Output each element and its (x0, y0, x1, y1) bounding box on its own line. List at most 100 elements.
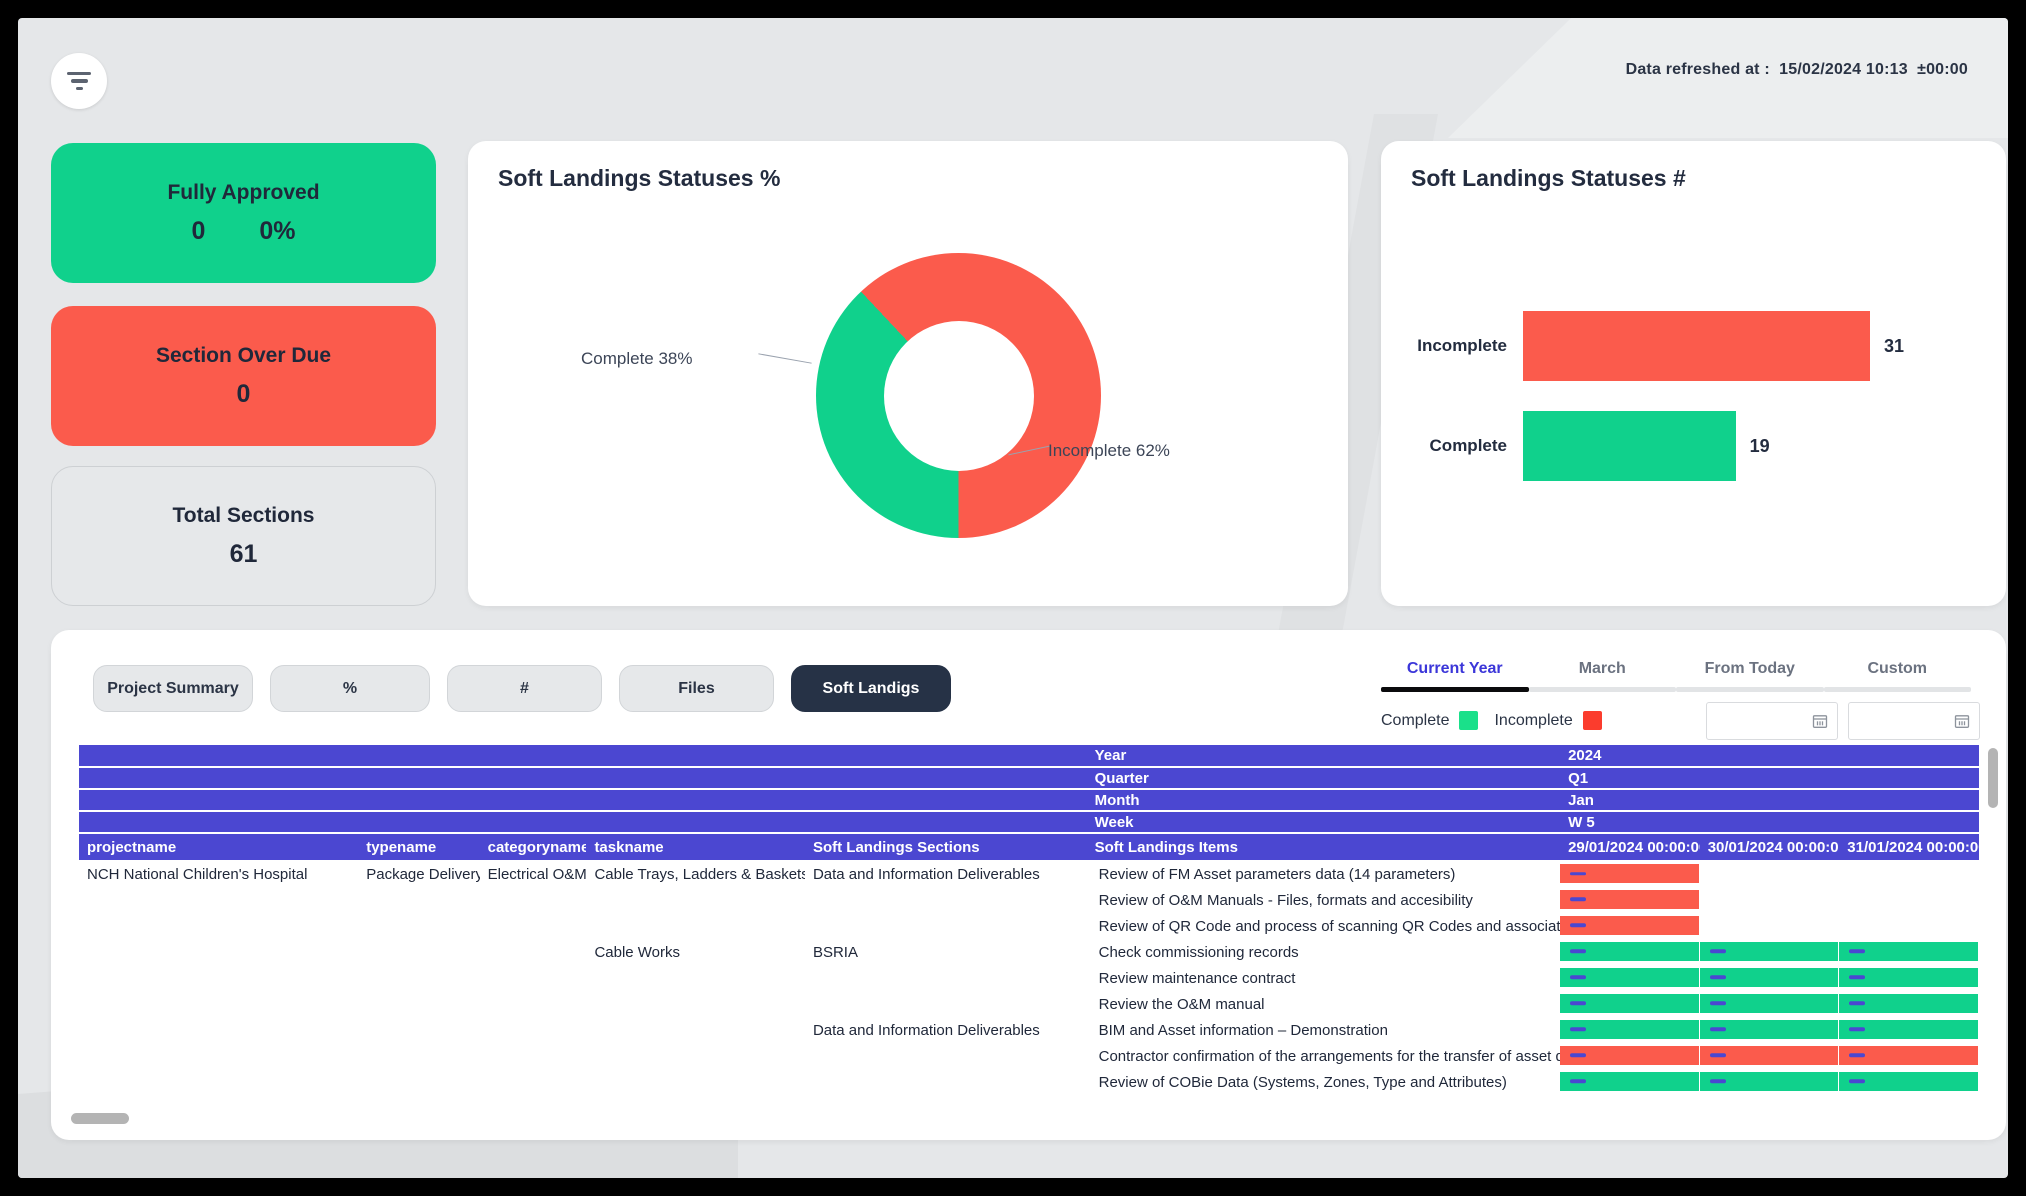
status-cell[interactable] (1839, 1017, 1979, 1043)
tab-files[interactable]: Files (619, 665, 774, 712)
legend-item-incomplete[interactable]: Incomplete (1494, 711, 1602, 730)
status-cell[interactable] (1839, 913, 1979, 939)
cell-typename (358, 1043, 479, 1069)
range-tab-current-year[interactable]: Current Year (1381, 660, 1529, 692)
status-cell[interactable] (1699, 1069, 1840, 1095)
date-column-header[interactable]: 30/01/2024 00:00:00 (1699, 833, 1840, 862)
table-row[interactable]: NCH National Children's Hospital Package … (79, 861, 1979, 887)
status-dash (1570, 1001, 1587, 1005)
dashboard-canvas: Data refreshed at : 15/02/2024 10:13 ±00… (18, 18, 2008, 1178)
column-header[interactable]: Soft Landings Items (1086, 833, 1561, 862)
status-dash (1849, 1079, 1866, 1083)
status-cell[interactable] (1699, 1043, 1840, 1069)
vertical-scrollbar[interactable] (1988, 748, 1998, 1018)
horizontal-scrollbar-thumb[interactable] (71, 1113, 129, 1124)
cell-item: Check commissioning records (1098, 943, 1299, 961)
status-cell[interactable] (1560, 965, 1700, 991)
status-cell[interactable] (1839, 1069, 1979, 1095)
column-header[interactable]: categoryname (479, 833, 587, 862)
date-column-header[interactable]: 29/01/2024 00:00:00 (1560, 833, 1700, 862)
start-date-input[interactable] (1706, 702, 1838, 740)
status-cell[interactable] (1700, 913, 1840, 939)
kpi-card-section-over-due[interactable]: Section Over Due 0 (51, 306, 436, 446)
meta-blank-cell (79, 811, 359, 834)
cell-typename (358, 1017, 479, 1043)
legend-item-complete[interactable]: Complete (1381, 711, 1479, 730)
status-cell[interactable] (1839, 991, 1979, 1017)
status-cell[interactable] (1560, 887, 1700, 913)
column-header[interactable]: projectname (79, 833, 359, 862)
status-cell[interactable] (1700, 861, 1840, 887)
cell-item: Review of FM Asset parameters data (14 p… (1098, 866, 1456, 883)
column-header[interactable]: Soft Landings Sections (804, 833, 1087, 862)
status-cell[interactable] (1839, 887, 1979, 913)
meta-blank-cell (479, 789, 587, 812)
kpi-card-total-sections[interactable]: Total Sections 61 (51, 466, 436, 606)
status-cell[interactable] (1699, 939, 1840, 965)
tab-project-summary[interactable]: Project Summary (93, 665, 253, 712)
status-cell[interactable] (1560, 861, 1700, 887)
legend-swatch-complete (1459, 711, 1479, 730)
status-dash (1709, 1079, 1726, 1083)
status-cell[interactable] (1560, 913, 1700, 939)
tab-soft-landings[interactable]: Soft Landigs (791, 665, 951, 712)
status-cell[interactable] (1699, 991, 1840, 1017)
status-cell[interactable] (1839, 965, 1979, 991)
meta-label-year: Year (1086, 745, 1561, 768)
status-cell[interactable] (1839, 939, 1979, 965)
status-dash (1570, 1027, 1587, 1031)
table-row[interactable]: Data and Information Deliverables BIM and… (79, 1017, 1979, 1043)
table-row[interactable]: Review of O&M Manuals - Files, formats a… (79, 887, 1979, 913)
cell-categoryname (480, 913, 587, 939)
status-cell[interactable] (1700, 887, 1840, 913)
status-marker-green (1839, 967, 1979, 989)
status-cell[interactable] (1560, 991, 1700, 1017)
meta-row: Year 2024 (79, 745, 1979, 768)
table-row[interactable]: Review the O&M manual (79, 991, 1979, 1017)
table-row[interactable]: Review of QR Code and process of scannin… (79, 913, 1979, 939)
donut-ring[interactable] (816, 253, 1101, 538)
status-dash (1849, 1001, 1866, 1005)
tab-percent[interactable]: % (270, 665, 430, 712)
vertical-scrollbar-thumb[interactable] (1988, 748, 1998, 808)
date-column-header[interactable]: 31/01/2024 00:00:00 (1839, 833, 1979, 862)
end-date-input[interactable] (1848, 702, 1980, 740)
meta-blank-cell (79, 767, 359, 790)
donut-label-incomplete: Incomplete 62% (1048, 441, 1170, 460)
filter-icon[interactable] (51, 53, 107, 109)
status-dash (1570, 923, 1587, 927)
kpi-count: 61 (229, 539, 258, 568)
column-header[interactable]: taskname (586, 833, 805, 862)
kpi-card-fully-approved[interactable]: Fully Approved 0 0% (51, 143, 436, 283)
cell-categoryname (480, 991, 587, 1017)
status-cell[interactable] (1560, 1017, 1700, 1043)
bar-complete[interactable] (1523, 411, 1736, 481)
cell-categoryname: Electrical O&M (487, 866, 587, 883)
status-cell[interactable] (1560, 1043, 1700, 1069)
status-marker-red (1560, 889, 1700, 911)
cell-projectname (79, 1017, 358, 1043)
status-cell[interactable] (1560, 1069, 1700, 1095)
column-header[interactable]: typename (358, 833, 480, 862)
status-cell[interactable] (1699, 965, 1840, 991)
bar-incomplete[interactable] (1523, 311, 1870, 381)
tab-hash[interactable]: # (447, 665, 602, 712)
status-cell[interactable] (1699, 1017, 1840, 1043)
horizontal-scrollbar[interactable] (71, 1113, 1671, 1124)
cell-section (805, 913, 1087, 939)
status-marker-green (1560, 967, 1700, 989)
status-cell[interactable] (1560, 939, 1700, 965)
meta-blank-cell (479, 767, 587, 790)
status-cell[interactable] (1839, 861, 1979, 887)
range-tab-custom[interactable]: Custom (1823, 660, 1971, 692)
range-tab-from-today[interactable]: From Today (1676, 660, 1824, 692)
table-row[interactable]: Review maintenance contract (79, 965, 1979, 991)
table-row[interactable]: Contractor confirmation of the arrangeme… (79, 1043, 1979, 1069)
range-tab-march[interactable]: March (1528, 660, 1676, 692)
soft-landings-table[interactable]: Year 2024 Quarter Q1 Month Jan Week W 5 projectn… (79, 745, 1979, 1137)
cell-projectname (79, 939, 358, 965)
table-row[interactable]: Review of COBie Data (Systems, Zones, Ty… (79, 1069, 1979, 1095)
status-cell[interactable] (1839, 1043, 1979, 1069)
cell-item: Contractor confirmation of the arrangeme… (1098, 1047, 1561, 1065)
table-row[interactable]: Cable Works BSRIA Check commissioning reco… (79, 939, 1979, 965)
